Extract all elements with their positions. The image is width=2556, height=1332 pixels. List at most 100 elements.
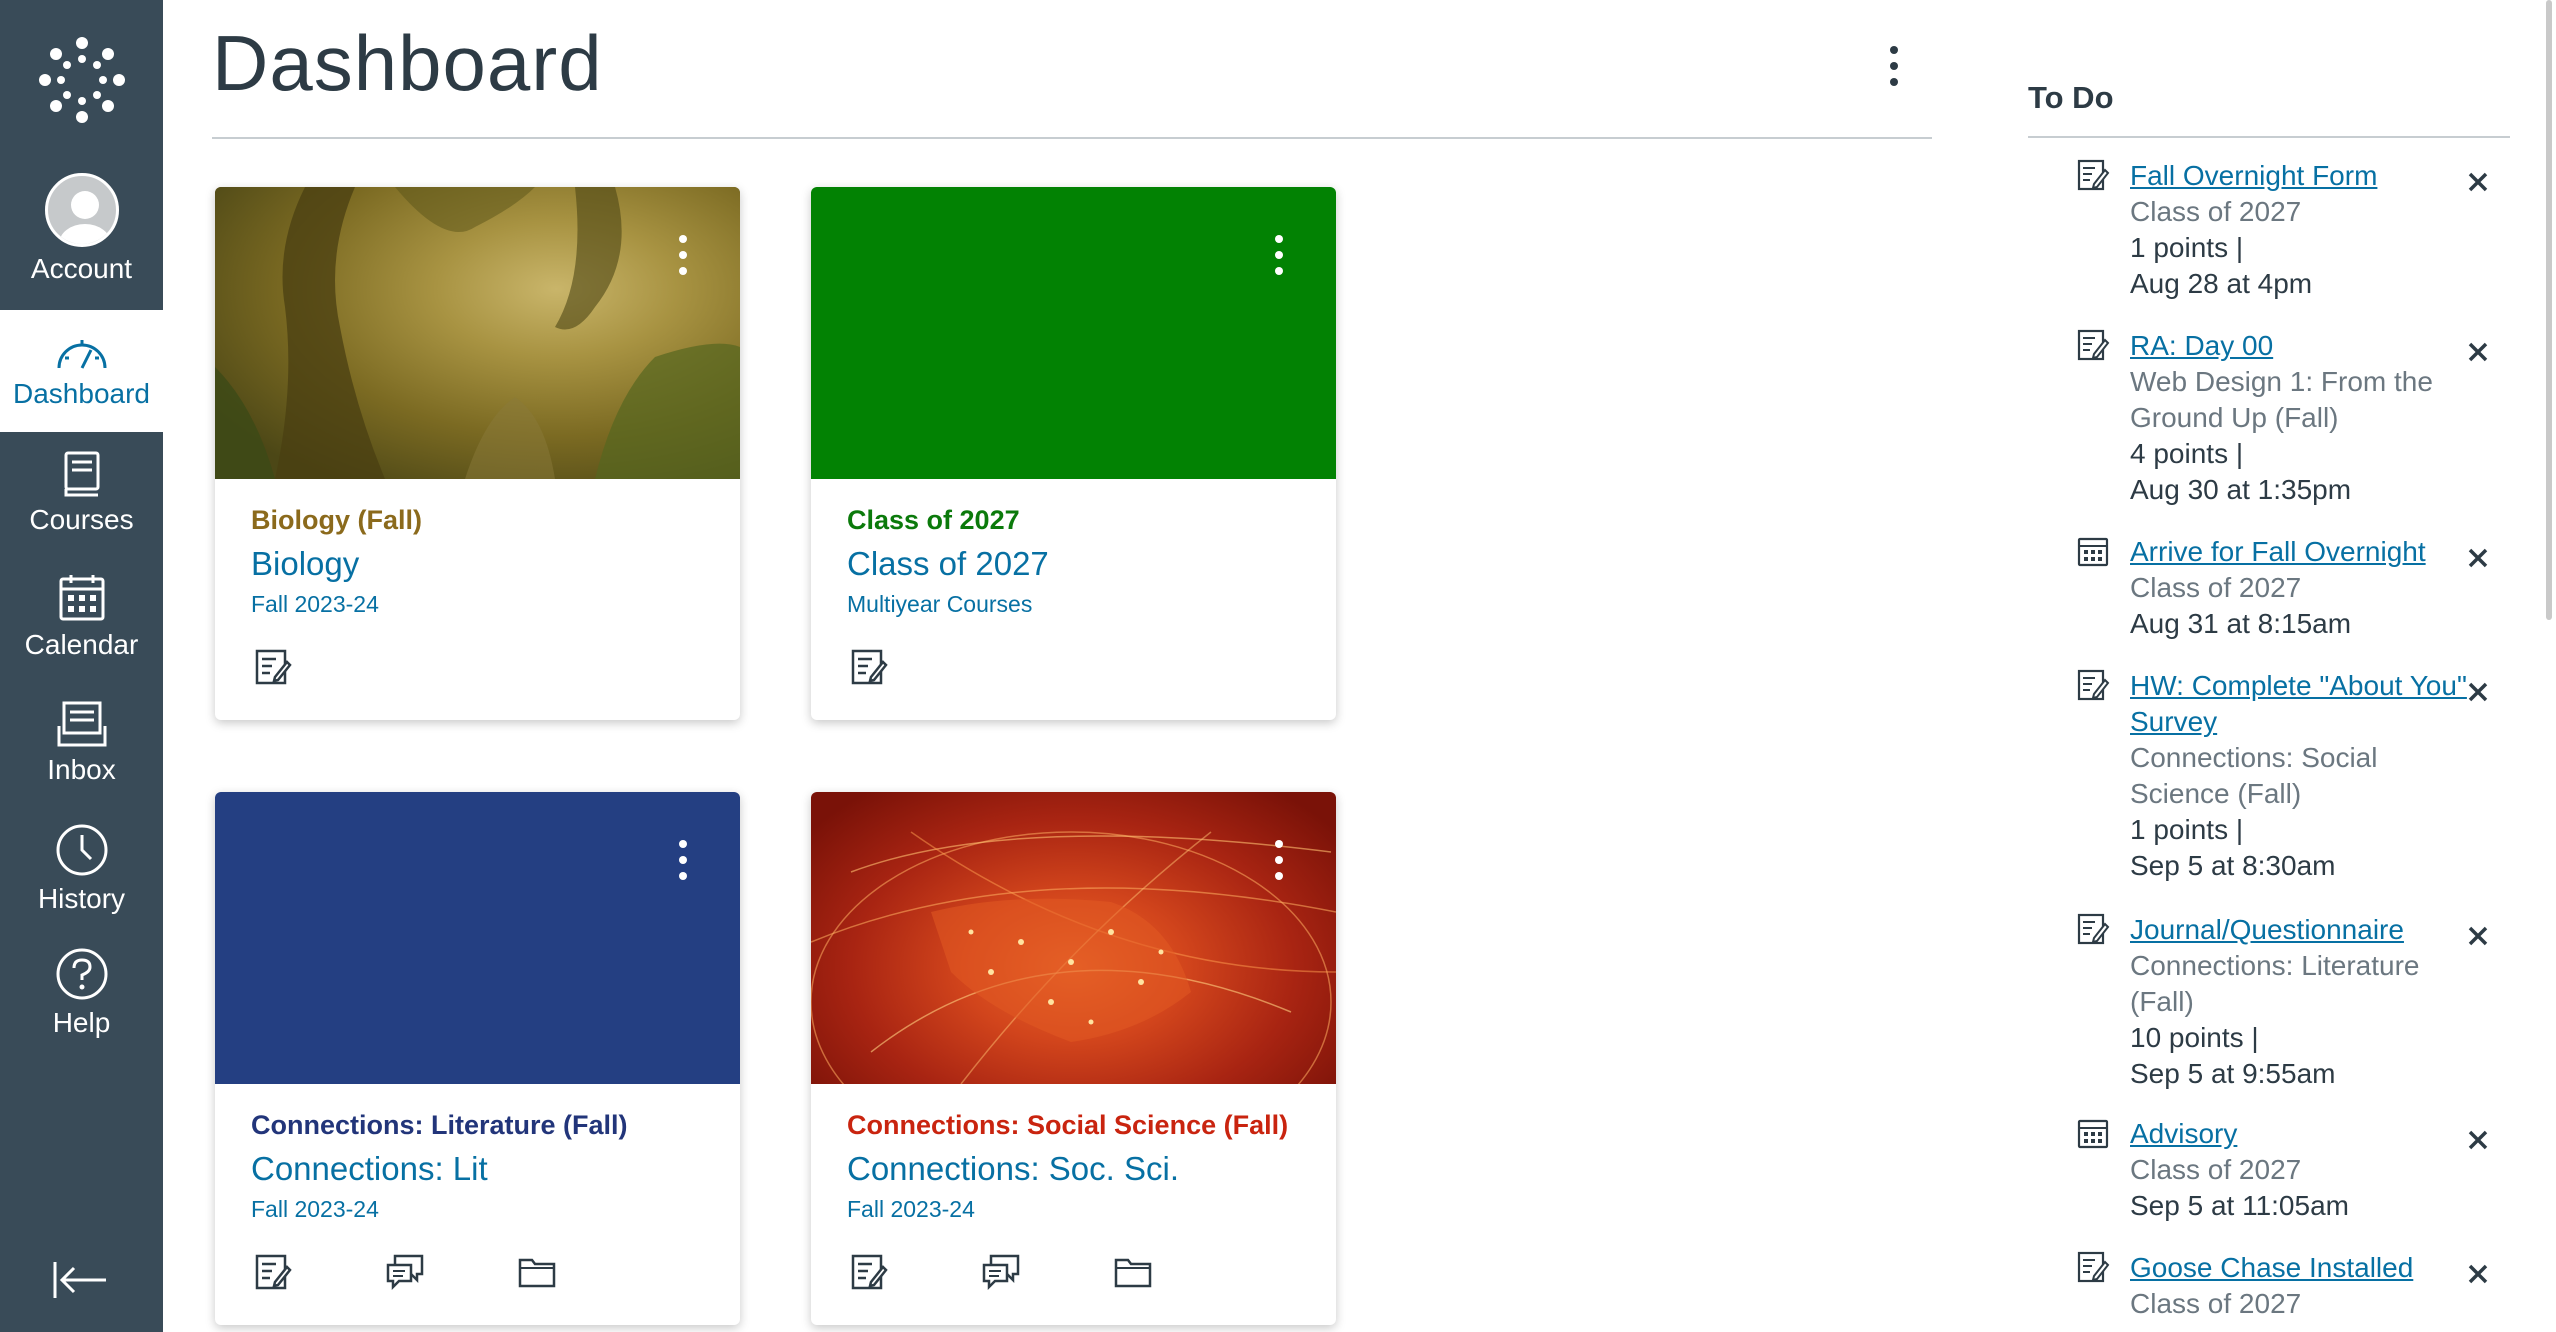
kebab-dot [679,235,687,243]
course-card-options-button[interactable] [1262,225,1296,285]
assignments-button[interactable] [251,645,295,689]
todo-due: Sep 5 at 11:05am [2130,1190,2349,1221]
todo-points: 4 points | [2130,438,2244,469]
course-card-actions [251,1242,559,1302]
todo-title-link[interactable]: HW: Complete "About You" Survey [2130,668,2470,740]
kebab-dot [1275,872,1283,880]
nav-item-inbox[interactable]: Inbox [0,682,163,804]
course-card-class-of-2027[interactable]: Class of 2027 Class of 2027 Multiyear Co… [811,187,1336,720]
course-card-title[interactable]: Biology [251,545,359,583]
course-card-term: Fall 2023-24 [251,591,379,617]
course-card-actions [251,637,295,697]
todo-text: Goose Chase Installed Class of 2027 [2130,1250,2470,1322]
kebab-dot [1890,62,1898,70]
course-card-actions [847,637,891,697]
todo-text: Fall Overnight Form Class of 2027 1 poin… [2130,158,2470,302]
page-title: Dashboard [212,19,603,107]
dismiss-button[interactable] [2462,1124,2494,1156]
course-card-options-button[interactable] [666,225,700,285]
close-icon [2468,1130,2488,1150]
todo-course: Class of 2027 [2130,196,2302,227]
todo-title-link[interactable]: Fall Overnight Form [2130,158,2470,194]
inbox-icon [57,701,106,747]
todo-points: 1 points | [2130,232,2244,263]
nav-label-courses: Courses [29,504,134,535]
close-icon [2468,926,2488,946]
course-card-title[interactable]: Class of 2027 [847,545,1049,583]
files-button[interactable] [1111,1250,1155,1294]
nav-item-calendar[interactable]: Calendar [0,556,163,678]
header-divider [212,137,1932,139]
course-card-biology[interactable]: Biology (Fall) Biology Fall 2023-24 [215,187,740,720]
course-card-hero-globe[interactable] [811,792,1336,1084]
assignments-button[interactable] [251,1250,295,1294]
kebab-dot [679,840,687,848]
dismiss-button[interactable] [2462,676,2494,708]
discussions-button[interactable] [383,1250,427,1294]
kebab-dot [679,872,687,880]
collapse-nav-button[interactable] [48,1255,112,1305]
course-card-hero-forest[interactable] [215,187,740,479]
close-icon [2468,682,2488,702]
kebab-dot [1275,856,1283,864]
course-card-subtitle: Biology (Fall) [251,505,422,535]
nav-item-help[interactable]: Help [0,932,163,1054]
calendar-event-icon [2077,537,2109,567]
nav-label-calendar: Calendar [24,629,139,660]
todo-title-link[interactable]: Journal/Questionnaire [2130,912,2470,948]
kebab-dot [1275,251,1283,259]
discussions-button[interactable] [979,1250,1023,1294]
assignments-button[interactable] [847,645,891,689]
close-icon [2468,548,2488,568]
course-card-connections-soc-sci[interactable]: Connections: Social Science (Fall) Conne… [811,792,1336,1325]
course-card-options-button[interactable] [666,830,700,890]
todo-title-link[interactable]: Advisory [2130,1116,2470,1152]
kebab-dot [1890,78,1898,86]
todo-title-link[interactable]: Goose Chase Installed [2130,1250,2470,1286]
files-icon [1114,1258,1152,1288]
dismiss-button[interactable] [2462,166,2494,198]
nav-label-account: Account [30,253,133,284]
dismiss-button[interactable] [2462,920,2494,952]
todo-due: Aug 30 at 1:35pm [2130,474,2352,505]
todo-title-link[interactable]: RA: Day 00 [2130,328,2470,364]
todo-due: Aug 28 at 4pm [2130,268,2313,299]
discussions-icon [386,1254,424,1291]
kebab-dot [679,251,687,259]
nav-item-history[interactable]: History [0,808,163,930]
todo-text: RA: Day 00 Web Design 1: From the Ground… [2130,328,2470,508]
course-card-title[interactable]: Connections: Lit [251,1150,488,1188]
nav-item-dashboard[interactable]: Dashboard [0,310,163,432]
dismiss-button[interactable] [2462,336,2494,368]
kebab-dot [1275,235,1283,243]
files-button[interactable] [515,1250,559,1294]
todo-divider [2028,136,2510,138]
canvas-logo-icon [38,37,125,123]
dismiss-button[interactable] [2462,1258,2494,1290]
course-card-title[interactable]: Connections: Soc. Sci. [847,1150,1179,1188]
assignment-icon [2077,1251,2110,1283]
course-card-connections-lit[interactable]: Connections: Literature (Fall) Connectio… [215,792,740,1325]
dismiss-button[interactable] [2462,542,2494,574]
canvas-logo[interactable] [0,0,163,160]
todo-title-link[interactable]: Arrive for Fall Overnight [2130,534,2470,570]
nav-item-courses[interactable]: Courses [0,432,163,554]
page-scrollbar[interactable] [2546,0,2552,620]
todo-text: Advisory Class of 2027 Sep 5 at 11:05am [2130,1116,2470,1224]
assignments-icon [255,1254,292,1290]
assignment-icon [2077,913,2110,945]
forest-image [215,187,740,479]
files-icon [518,1258,556,1288]
todo-course: Web Design 1: From the Ground Up (Fall) [2130,366,2433,433]
nav-item-account[interactable]: Account [0,168,163,290]
todo-due: Sep 5 at 8:30am [2130,850,2336,881]
dashboard-options-button[interactable] [1870,36,1918,96]
todo-due: Sep 5 at 9:55am [2130,1058,2336,1089]
course-card-term: Fall 2023-24 [847,1196,975,1222]
course-card-options-button[interactable] [1262,830,1296,890]
course-card-hero-color[interactable] [215,792,740,1084]
assignments-button[interactable] [847,1250,891,1294]
assignments-icon [255,649,292,685]
course-card-hero-color[interactable] [811,187,1336,479]
todo-course: Connections: Social Science (Fall) [2130,742,2378,809]
